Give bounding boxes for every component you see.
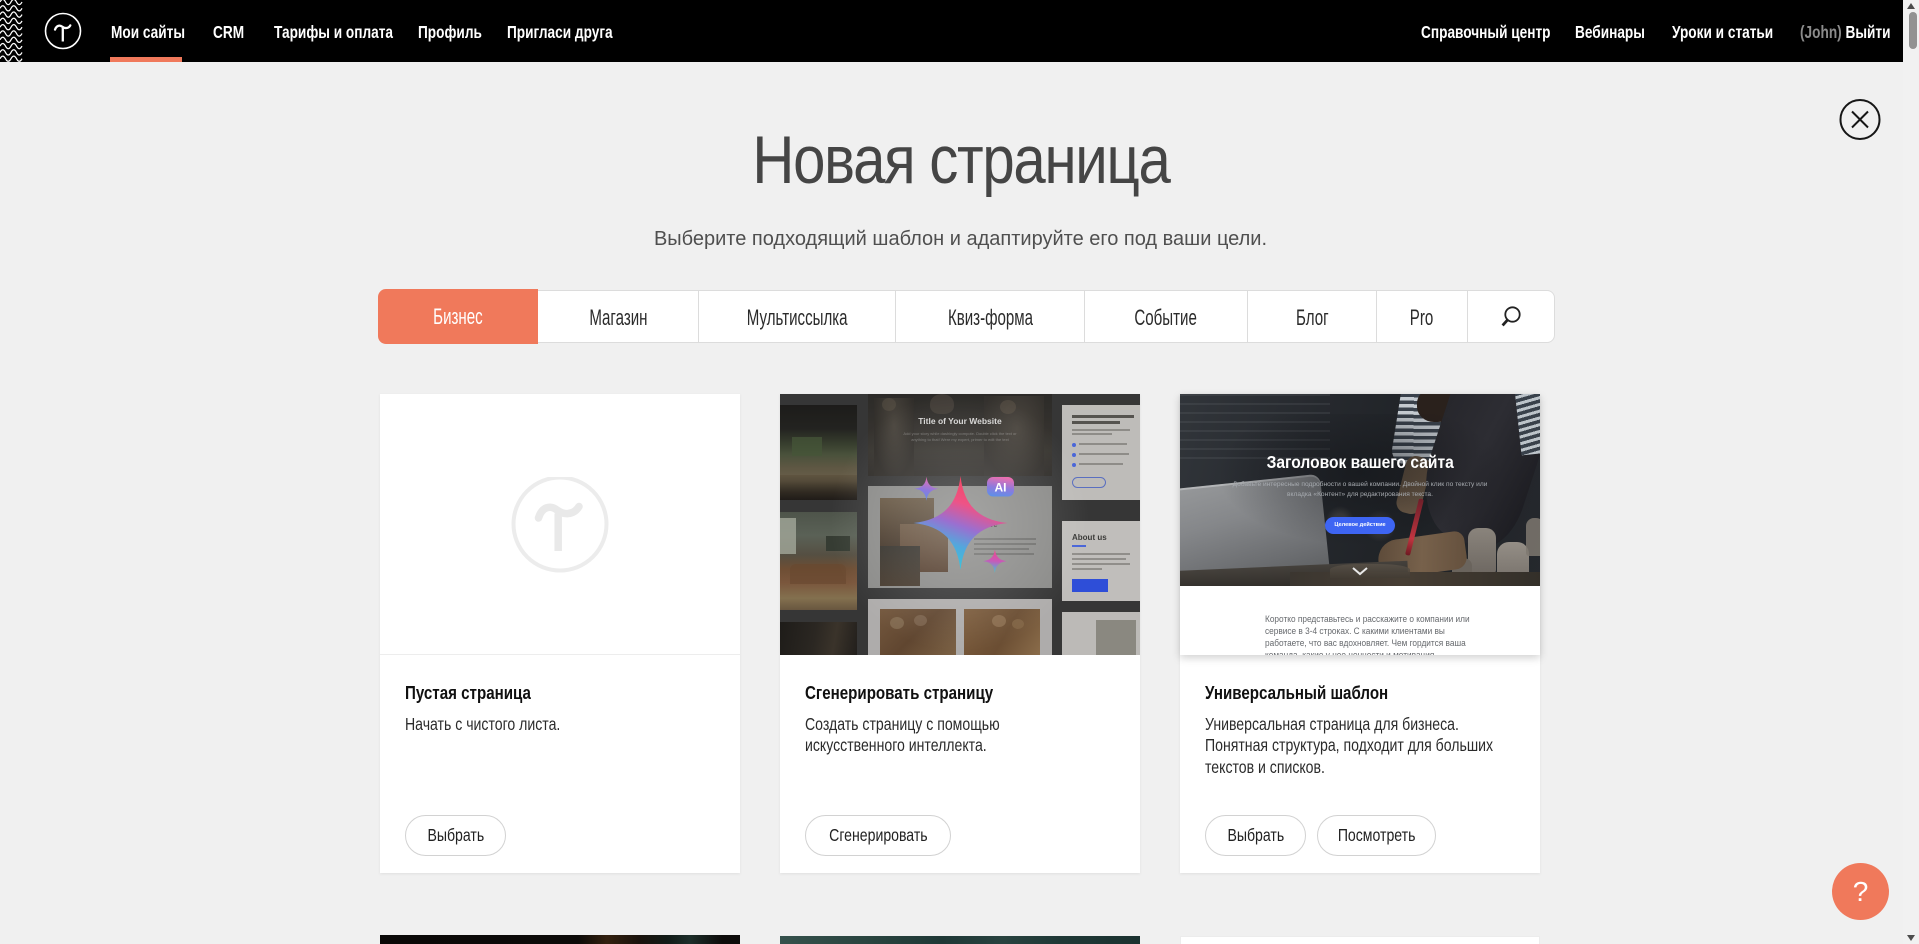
svg-text:AI: AI [995, 481, 1007, 495]
